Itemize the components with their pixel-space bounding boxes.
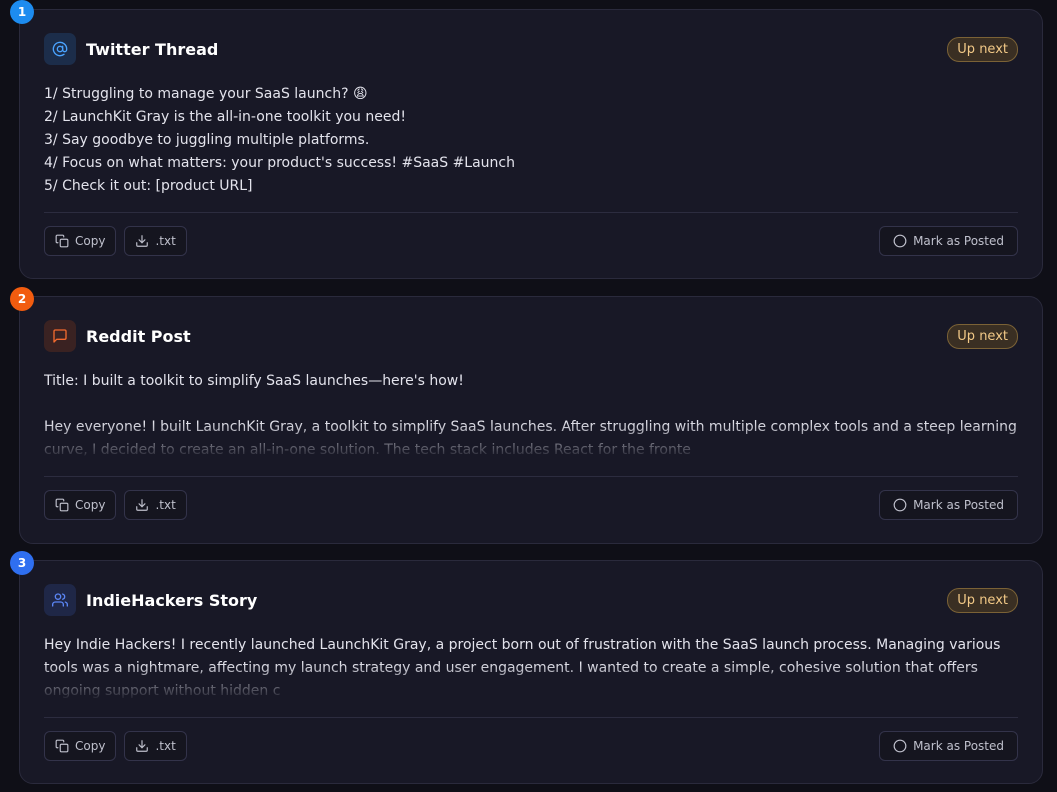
mark-as-posted-label: Mark as Posted bbox=[913, 234, 1004, 248]
card-title: IndieHackers Story bbox=[86, 590, 258, 610]
at-icon bbox=[44, 33, 76, 65]
divider bbox=[44, 717, 1018, 718]
card-title: Reddit Post bbox=[86, 326, 191, 346]
divider bbox=[44, 476, 1018, 477]
copy-button[interactable]: Copy bbox=[44, 226, 117, 256]
download-label: .txt bbox=[155, 234, 176, 248]
card-title: Twitter Thread bbox=[86, 39, 219, 59]
step-number-badge: 2 bbox=[10, 287, 34, 311]
post-content: Title: I built a toolkit to simplify Saa… bbox=[44, 370, 1018, 462]
download-label: .txt bbox=[155, 739, 176, 753]
copy-label: Copy bbox=[75, 739, 106, 753]
status-badge: Up next bbox=[947, 323, 1018, 349]
copy-label: Copy bbox=[75, 234, 106, 248]
users-icon bbox=[44, 584, 76, 616]
post-content: Hey Indie Hackers! I recently launched L… bbox=[44, 634, 1018, 703]
circle-icon bbox=[893, 739, 907, 753]
mark-as-posted-button[interactable]: Mark as Posted bbox=[879, 731, 1018, 761]
mark-as-posted-button[interactable]: Mark as Posted bbox=[879, 490, 1018, 520]
card-actions: Copy .txt Mark as Posted bbox=[44, 226, 1018, 256]
mark-as-posted-label: Mark as Posted bbox=[913, 739, 1004, 753]
card-reddit-post: 2 Reddit Post Up next Title: I built a t… bbox=[10, 287, 1043, 544]
copy-button[interactable]: Copy bbox=[44, 731, 117, 761]
status-badge: Up next bbox=[947, 587, 1018, 613]
copy-button[interactable]: Copy bbox=[44, 490, 117, 520]
circle-icon bbox=[893, 498, 907, 512]
copy-icon bbox=[55, 498, 69, 512]
message-square-icon bbox=[44, 320, 76, 352]
card-header: IndieHackers Story Up next bbox=[44, 584, 1018, 616]
card-indiehackers-story: 3 IndieHackers Story Up next Hey Indie H… bbox=[10, 551, 1043, 784]
mark-as-posted-label: Mark as Posted bbox=[913, 498, 1004, 512]
status-badge: Up next bbox=[947, 36, 1018, 62]
download-icon bbox=[136, 740, 149, 752]
card-header: Reddit Post Up next bbox=[44, 320, 1018, 352]
download-icon bbox=[136, 235, 149, 247]
step-number-badge: 3 bbox=[10, 551, 34, 575]
copy-icon bbox=[55, 739, 69, 753]
divider bbox=[44, 212, 1018, 213]
step-number-badge: 1 bbox=[10, 0, 34, 24]
post-content: 1/ Struggling to manage your SaaS launch… bbox=[44, 86, 515, 194]
download-icon bbox=[136, 499, 149, 511]
post-queue: 1 Twitter Thread Up next 1/ Struggling t… bbox=[0, 0, 1057, 792]
copy-label: Copy bbox=[75, 498, 106, 512]
card-header: Twitter Thread Up next bbox=[44, 33, 1018, 65]
card-twitter-thread: 1 Twitter Thread Up next 1/ Struggling t… bbox=[10, 0, 1043, 279]
mark-as-posted-button[interactable]: Mark as Posted bbox=[879, 226, 1018, 256]
copy-icon bbox=[55, 234, 69, 248]
download-txt-button[interactable]: .txt bbox=[124, 731, 187, 761]
download-txt-button[interactable]: .txt bbox=[124, 226, 187, 256]
card-actions: Copy .txt Mark as Posted bbox=[44, 731, 1018, 761]
circle-icon bbox=[893, 234, 907, 248]
download-txt-button[interactable]: .txt bbox=[124, 490, 187, 520]
download-label: .txt bbox=[155, 498, 176, 512]
card-actions: Copy .txt Mark as Posted bbox=[44, 490, 1018, 520]
